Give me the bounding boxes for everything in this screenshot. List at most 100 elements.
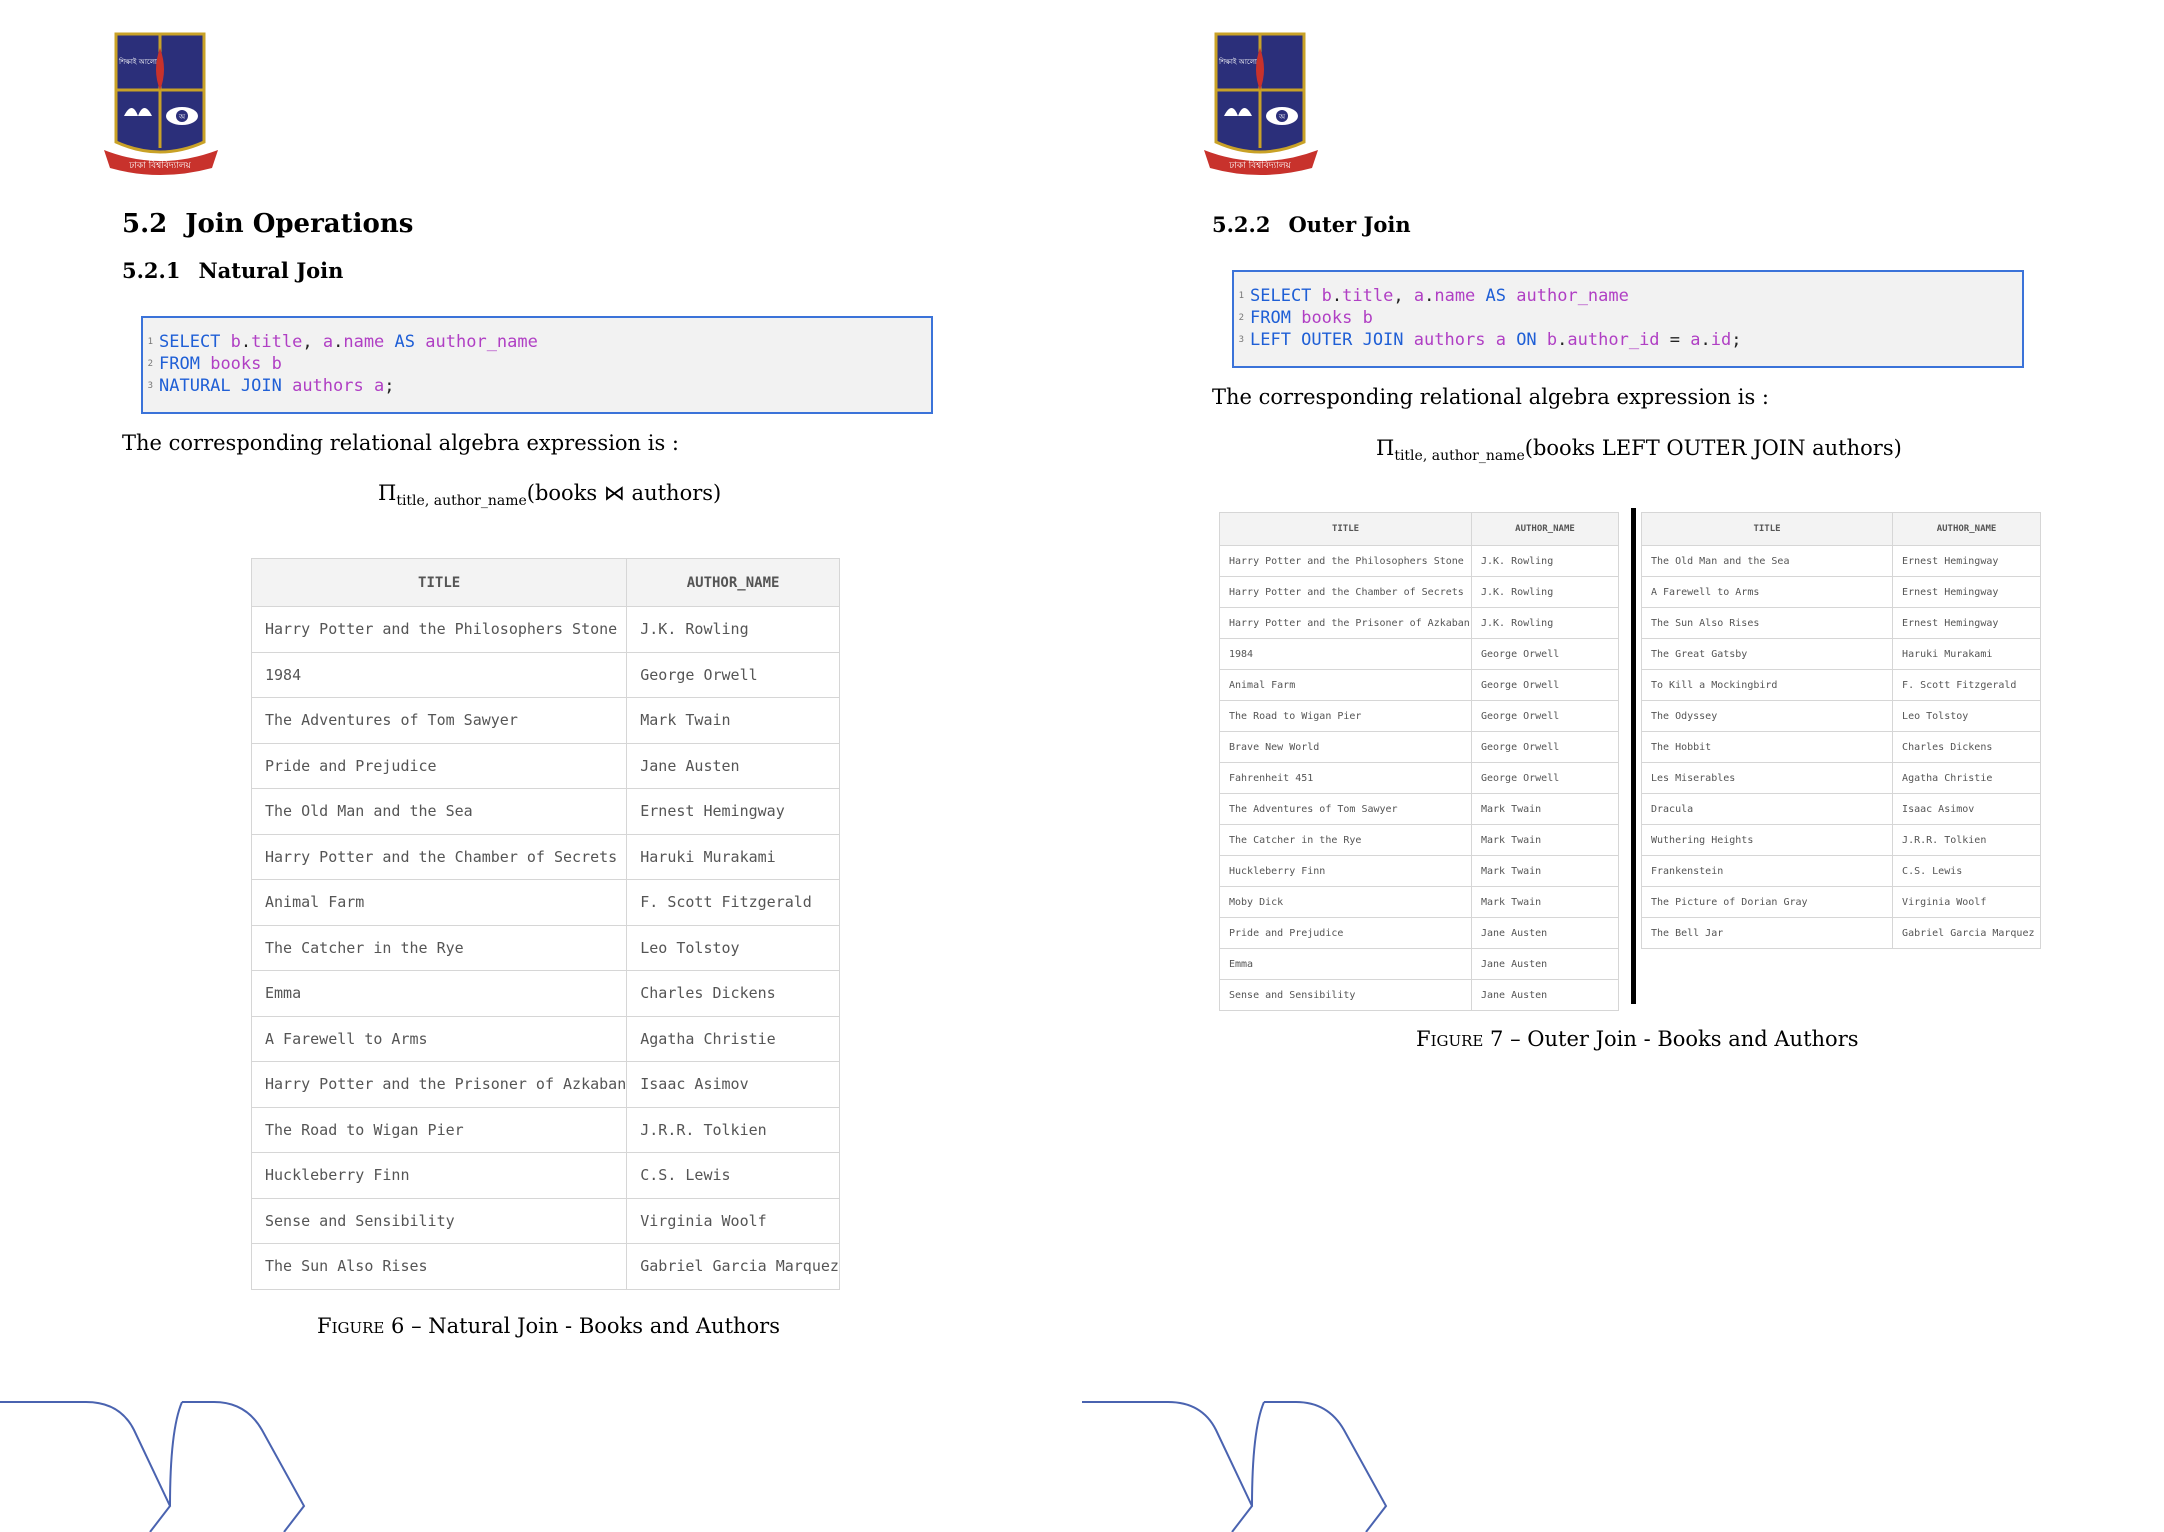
page-left: ঢাকা বিশ্ববিদ্যালয় শিক্ষাই আলো অ 5.2 Joi…: [0, 0, 1082, 1532]
table-row: The Picture of Dorian Gray Virginia Woolf: [1640, 886, 2041, 918]
crest-emblem: অ: [1278, 113, 1286, 121]
table-row: Fahrenheit 451 George Orwell: [1219, 762, 1620, 794]
cell-title: Harry Potter and the Prisoner of Azkaban: [1219, 607, 1472, 639]
cell-title: The Adventures of Tom Sawyer: [250, 697, 628, 744]
cell-author: J.K. Rowling: [626, 606, 840, 653]
subsection-heading: 5.2.1 Natural Join: [122, 258, 343, 283]
table-row: To Kill a Mockingbird F. Scott Fitzgerald: [1640, 669, 2041, 701]
subsection-title: Natural Join: [198, 258, 344, 283]
cell-title: To Kill a Mockingbird: [1640, 669, 1894, 701]
cell-title: Emma: [250, 970, 628, 1017]
table-row: The Sun Also Rises Gabriel Garcia Marquez: [250, 1243, 840, 1290]
cell-title: The Sun Also Rises: [1640, 607, 1894, 639]
table-row: The Great Gatsby Haruki Murakami: [1640, 638, 2041, 670]
cell-title: The Adventures of Tom Sawyer: [1219, 793, 1472, 825]
cell-title: Dracula: [1640, 793, 1894, 825]
cell-author: Mark Twain: [626, 697, 840, 744]
cell-author: Mark Twain: [1470, 824, 1620, 856]
cell-title: The Hobbit: [1640, 731, 1894, 763]
cell-title: Sense and Sensibility: [250, 1197, 628, 1244]
code-listing: 1 SELECT b.title, a.name AS author_name 2…: [141, 316, 933, 414]
cell-title: Huckleberry Finn: [250, 1152, 628, 1199]
cell-title: Moby Dick: [1219, 886, 1472, 918]
cell-title: The Catcher in the Rye: [1219, 824, 1472, 856]
cell-author: Jane Austen: [1470, 948, 1620, 980]
table-row: The Catcher in the Rye Mark Twain: [1219, 824, 1620, 856]
outer-join-table-right: TITLE AUTHOR_NAME The Old Man and the Se…: [1640, 512, 2041, 949]
cell-title: The Bell Jar: [1640, 917, 1894, 949]
cell-title: The Odyssey: [1640, 700, 1894, 732]
page-right: ঢাকা বিশ্ববিদ্যালয় শিক্ষাই আলো অ 5.2.2 O…: [1082, 0, 2164, 1532]
cell-author: J.K. Rowling: [1470, 576, 1620, 608]
cell-author: Gabriel Garcia Marquez: [626, 1243, 840, 1290]
cell-author: Gabriel Garcia Marquez: [1892, 917, 2041, 949]
outer-join-table-left: TITLE AUTHOR_NAME Harry Potter and the P…: [1219, 512, 1620, 1011]
cell-title: Les Miserables: [1640, 762, 1894, 794]
algebra-expression: Πtitle, author_name(books ⋈ authors): [378, 481, 722, 509]
table-row: Harry Potter and the Chamber of Secrets J…: [1219, 576, 1620, 608]
table-row: Sense and Sensibility Virginia Woolf: [250, 1197, 840, 1244]
table-row: The Old Man and the Sea Ernest Hemingway: [1640, 545, 2041, 577]
table-row: Harry Potter and the Prisoner of Azkaban…: [1219, 607, 1620, 639]
cell-author: J.K. Rowling: [1470, 607, 1620, 639]
table-row: The Adventures of Tom Sawyer Mark Twain: [250, 697, 840, 744]
crest-emblem: অ: [178, 113, 186, 121]
subsection-number: 5.2.1: [122, 258, 181, 283]
cell-title: A Farewell to Arms: [1640, 576, 1894, 608]
subsection-number: 5.2.2: [1212, 212, 1271, 237]
cell-author: Virginia Woolf: [626, 1197, 840, 1244]
table-row: Pride and Prejudice Jane Austen: [250, 742, 840, 789]
column-header-author: AUTHOR_NAME: [626, 558, 840, 607]
cell-author: Isaac Asimov: [1892, 793, 2041, 825]
algebra-expression: Πtitle, author_name(books LEFT OUTER JOI…: [1376, 436, 1902, 464]
cell-title: Fahrenheit 451: [1219, 762, 1472, 794]
cell-title: The Catcher in the Rye: [250, 924, 628, 971]
cell-author: Ernest Hemingway: [1892, 545, 2041, 577]
table-row: The Hobbit Charles Dickens: [1640, 731, 2041, 763]
cell-title: The Sun Also Rises: [250, 1243, 628, 1290]
cell-author: George Orwell: [626, 651, 840, 698]
code-line-1: 1 SELECT b.title, a.name AS author_name: [147, 332, 538, 352]
cell-author: George Orwell: [1470, 638, 1620, 670]
figure-caption: Figure 6 – Natural Join - Books and Auth…: [317, 1314, 780, 1338]
cell-author: Jane Austen: [1470, 917, 1620, 949]
table-row: Dracula Isaac Asimov: [1640, 793, 2041, 825]
cell-title: The Road to Wigan Pier: [1219, 700, 1472, 732]
cell-title: 1984: [250, 651, 628, 698]
table-row: 1984 George Orwell: [250, 651, 840, 698]
table-row: The Old Man and the Sea Ernest Hemingway: [250, 788, 840, 835]
cell-title: Harry Potter and the Prisoner of Azkaban: [250, 1061, 628, 1108]
cell-title: The Old Man and the Sea: [1640, 545, 1894, 577]
natural-join-table: TITLE AUTHOR_NAME Harry Potter and the P…: [250, 558, 840, 1290]
table-row: The Catcher in the Rye Leo Tolstoy: [250, 924, 840, 971]
cell-author: George Orwell: [1470, 762, 1620, 794]
cell-title: Sense and Sensibility: [1219, 979, 1472, 1011]
cell-author: Jane Austen: [626, 742, 840, 789]
table-row: Animal Farm George Orwell: [1219, 669, 1620, 701]
code-line-2: 2 FROM books b: [1238, 308, 1373, 328]
table-row: The Sun Also Rises Ernest Hemingway: [1640, 607, 2041, 639]
cell-author: Virginia Woolf: [1892, 886, 2041, 918]
code-line-1: 1 SELECT b.title, a.name AS author_name: [1238, 286, 1629, 306]
cell-author: Haruki Murakami: [1892, 638, 2041, 670]
crest-top-text: শিক্ষাই আলো: [1218, 58, 1258, 66]
cell-author: J.R.R. Tolkien: [1892, 824, 2041, 856]
cell-author: Charles Dickens: [626, 970, 840, 1017]
cell-title: Harry Potter and the Philosophers Stone: [1219, 545, 1472, 577]
cell-author: Agatha Christie: [626, 1015, 840, 1062]
university-crest-icon: ঢাকা বিশ্ববিদ্যালয় শিক্ষাই আলো অ: [104, 32, 218, 175]
table-row: Frankenstein C.S. Lewis: [1640, 855, 2041, 887]
code-line-2: 2 FROM books b: [147, 354, 282, 374]
cell-author: Ernest Hemingway: [626, 788, 840, 835]
table-row: Harry Potter and the Chamber of Secrets H…: [250, 833, 840, 880]
paragraph: The corresponding relational algebra exp…: [122, 431, 679, 455]
column-header-title: TITLE: [1219, 512, 1472, 546]
cell-author: Mark Twain: [1470, 886, 1620, 918]
cell-author: Leo Tolstoy: [626, 924, 840, 971]
cell-author: George Orwell: [1470, 700, 1620, 732]
table-row: Harry Potter and the Prisoner of Azkaban…: [250, 1061, 840, 1108]
code-line-3: 3 LEFT OUTER JOIN authors a ON b.author_i…: [1238, 330, 1742, 350]
cell-author: Mark Twain: [1470, 793, 1620, 825]
cell-title: Harry Potter and the Chamber of Secrets: [250, 833, 628, 880]
crest-text: ঢাকা বিশ্ববিদ্যালয়: [1228, 160, 1291, 171]
